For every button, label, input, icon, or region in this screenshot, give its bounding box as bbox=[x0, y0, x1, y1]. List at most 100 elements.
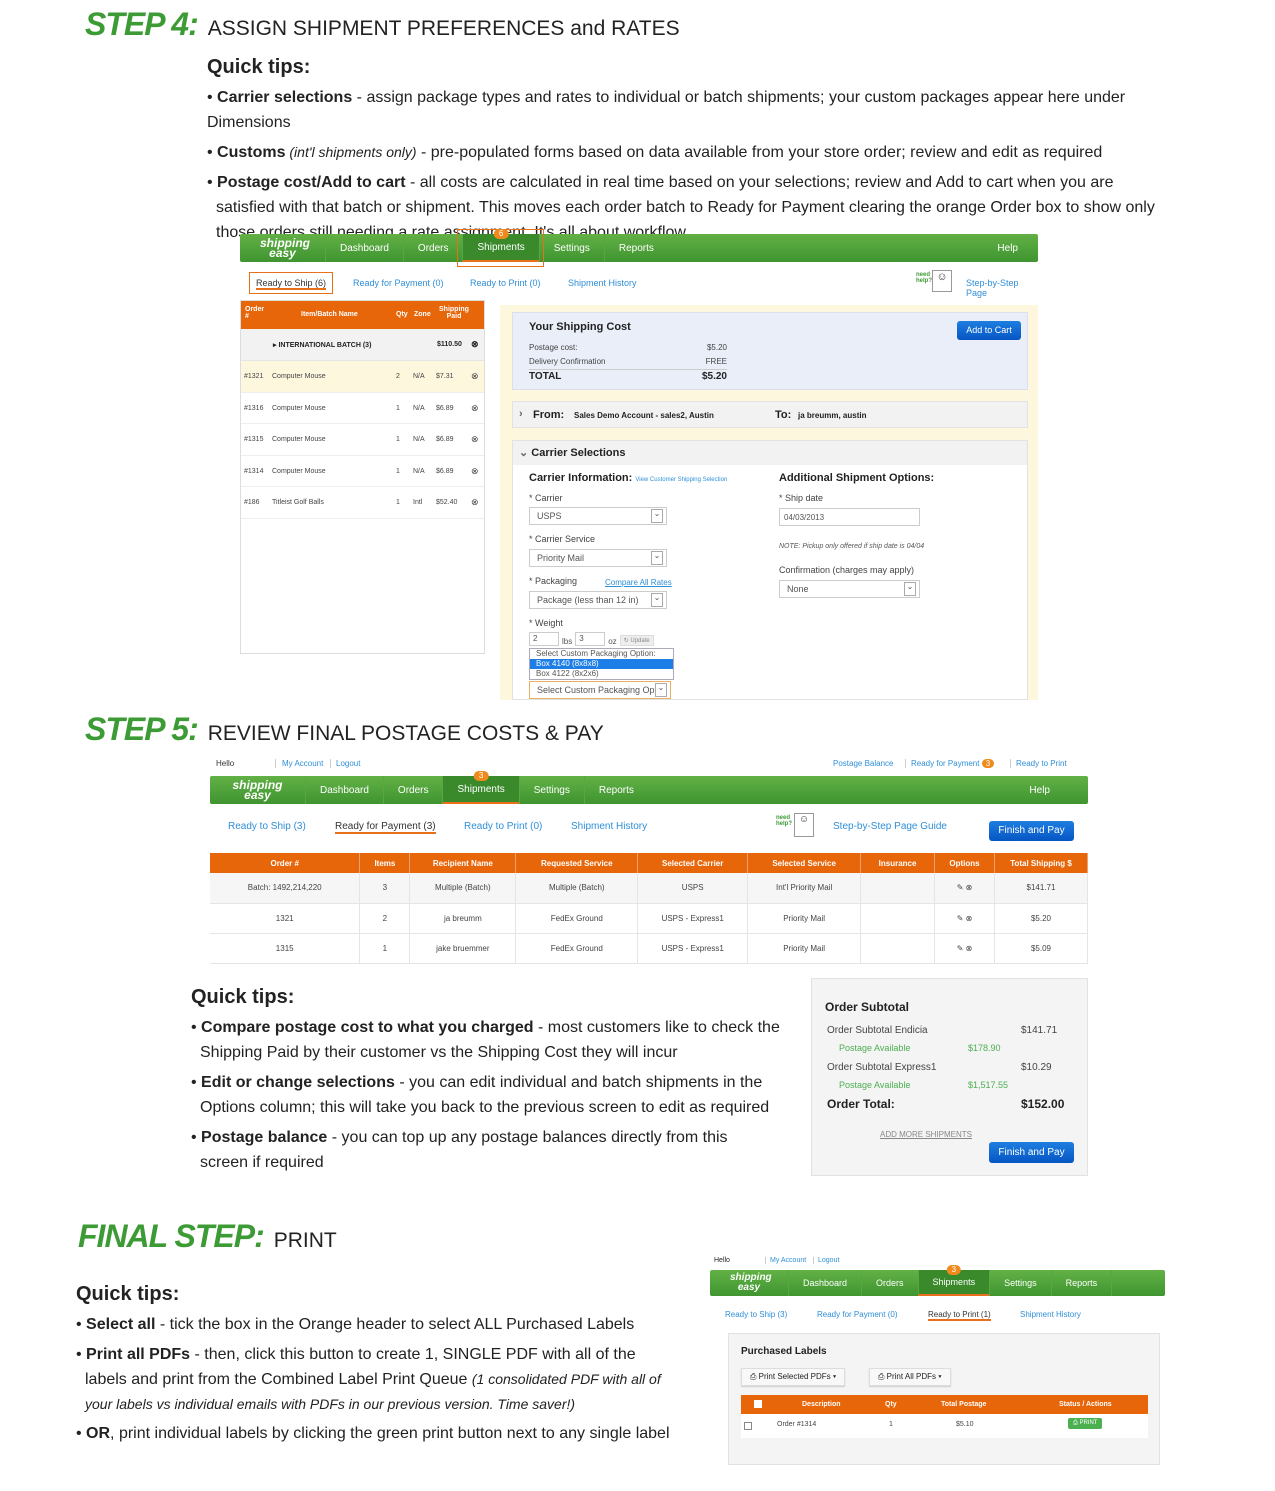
carrier-select[interactable]: USPS bbox=[529, 507, 667, 525]
dropdown-option[interactable]: Box 4122 (8x2x6) bbox=[530, 669, 673, 679]
dropdown-option[interactable]: Box 4140 (8x8x8) bbox=[530, 659, 673, 669]
nav-settings[interactable]: Settings bbox=[538, 234, 604, 262]
main-nav: shipping easy Dashboard Orders 6 Shipment… bbox=[240, 229, 1038, 267]
nav-reports[interactable]: Reports bbox=[603, 234, 668, 262]
print-button[interactable]: ⎙ PRINT bbox=[1068, 1418, 1103, 1429]
tab-ready-to-print[interactable]: Ready to Print (1) bbox=[928, 1310, 991, 1321]
shipment-detail-panel: Your Shipping Cost Add to Cart Postage c… bbox=[500, 305, 1038, 700]
column-header: Options bbox=[934, 853, 995, 873]
my-account-link[interactable]: My Account bbox=[275, 759, 323, 768]
cell: 1321 bbox=[210, 903, 361, 933]
finish-and-pay-button[interactable]: Finish and Pay bbox=[989, 821, 1074, 841]
nav-settings[interactable]: Settings bbox=[989, 1270, 1051, 1296]
custom-packaging-dropdown[interactable]: Select Custom Packaging Option: Box 4140… bbox=[529, 648, 674, 680]
tab-ready-for-payment[interactable]: Ready for Payment (0) bbox=[817, 1310, 897, 1319]
add-more-shipments-link[interactable]: ADD MORE SHIPMENTS bbox=[880, 1130, 972, 1139]
order-row[interactable]: #1315 Computer Mouse 1 N/A $6.89 ⊗ bbox=[241, 424, 484, 456]
lbs-input[interactable]: 2 bbox=[529, 632, 559, 646]
remove-icon[interactable]: ⊗ bbox=[471, 434, 479, 445]
cell: Intl bbox=[413, 499, 423, 506]
logo: shipping easy bbox=[260, 236, 310, 260]
view-customer-selection-link[interactable]: View Customer Shipping Selection bbox=[635, 477, 727, 483]
remove-icon[interactable]: ⊗ bbox=[966, 883, 973, 892]
main-nav: shipping easy Dashboard Orders 3 Shipments… bbox=[210, 771, 1088, 804]
tab-shipment-history[interactable]: Shipment History bbox=[1020, 1310, 1081, 1319]
add-to-cart-button[interactable]: Add to Cart bbox=[957, 321, 1021, 340]
nav-help[interactable]: Help bbox=[997, 243, 1038, 254]
tab-ready-to-print[interactable]: Ready to Print (0) bbox=[470, 278, 541, 288]
nav-orders[interactable]: Orders bbox=[382, 776, 443, 804]
nav-shipments[interactable]: 6 Shipments bbox=[457, 229, 544, 267]
ready-print-link[interactable]: Ready to Print bbox=[1010, 759, 1067, 768]
edit-icon[interactable]: ✎ bbox=[957, 914, 964, 923]
remove-icon[interactable]: ⊗ bbox=[471, 497, 479, 508]
edit-icon[interactable]: ✎ bbox=[957, 883, 964, 892]
printer-icon: ⎙ bbox=[750, 1372, 757, 1381]
ship-date-input[interactable]: 04/03/2013 bbox=[779, 508, 920, 526]
order-row[interactable]: #1316 Computer Mouse 1 N/A $6.89 ⊗ bbox=[241, 393, 484, 424]
final-tips: • Select all - tick the box in the Orang… bbox=[76, 1316, 670, 1442]
remove-icon[interactable]: ⊗ bbox=[471, 371, 479, 382]
nav-reports[interactable]: Reports bbox=[583, 776, 648, 804]
nav-orders[interactable]: Orders bbox=[861, 1270, 918, 1296]
order-row[interactable]: #1321 Computer Mouse 2 N/A $7.31 ⊗ bbox=[241, 361, 484, 393]
nav-dashboard[interactable]: Dashboard bbox=[325, 234, 403, 262]
remove-icon[interactable]: ⊗ bbox=[471, 466, 479, 477]
nav-reports[interactable]: Reports bbox=[1050, 1270, 1113, 1296]
nav-dashboard[interactable]: Dashboard bbox=[788, 1270, 861, 1296]
column-header: Selected Carrier bbox=[637, 853, 749, 873]
remove-icon[interactable]: ⊗ bbox=[966, 944, 973, 953]
edit-icon[interactable]: ✎ bbox=[957, 944, 964, 953]
tab-ready-to-ship[interactable]: Ready to Ship (6) bbox=[256, 278, 327, 290]
remove-icon[interactable]: ⊗ bbox=[471, 339, 479, 350]
confirmation-select[interactable]: None bbox=[779, 580, 920, 598]
logo: shipping easy bbox=[730, 1272, 772, 1293]
compare-rates-link[interactable]: Compare All Rates bbox=[605, 578, 672, 587]
tab-ready-to-ship[interactable]: Ready to Ship (3) bbox=[228, 821, 306, 832]
smiley-icon: ☺ bbox=[932, 270, 952, 292]
cell: $52.40 bbox=[436, 499, 458, 506]
nav-orders[interactable]: Orders bbox=[402, 234, 463, 262]
cell: $6.89 bbox=[436, 467, 454, 475]
from-to-row[interactable]: › From: Sales Demo Account - sales2, Aus… bbox=[512, 401, 1028, 428]
select-all-checkbox[interactable] bbox=[754, 1400, 762, 1408]
batch-row[interactable]: ▸ INTERNATIONAL BATCH (3) $110.50 ⊗ bbox=[241, 329, 484, 361]
column-header: Order # bbox=[210, 853, 361, 873]
update-button[interactable]: ↻ Update bbox=[619, 635, 654, 646]
dropdown-option[interactable]: Select Custom Packaging Option: bbox=[530, 649, 673, 659]
print-selected-button[interactable]: ⎙ Print Selected PDFs ▾ bbox=[741, 1368, 846, 1386]
print-all-button[interactable]: ⎙ Print All PDFs ▾ bbox=[869, 1368, 951, 1386]
ready-payment-link[interactable]: Ready for Payment 3 bbox=[905, 759, 995, 768]
tab-ready-for-payment[interactable]: Ready for Payment (3) bbox=[335, 821, 436, 834]
logout-link[interactable]: Logout bbox=[813, 1257, 839, 1264]
custom-packaging-select[interactable]: Select Custom Packaging Op bbox=[529, 681, 671, 699]
nav-shipments[interactable]: 3 Shipments bbox=[442, 771, 519, 804]
oz-input[interactable]: 3 bbox=[575, 632, 606, 646]
order-row[interactable]: #186 Titleist Golf Balls 1 Intl $52.40 ⊗ bbox=[241, 487, 484, 519]
final-step-heading: FINAL STEP: PRINT bbox=[78, 1218, 337, 1254]
packaging-select[interactable]: Package (less than 12 in) bbox=[529, 591, 667, 609]
step5-heading: STEP 5: REVIEW FINAL POSTAGE COSTS & PAY bbox=[85, 711, 604, 747]
my-account-link[interactable]: My Account bbox=[765, 1257, 806, 1264]
nav-help[interactable]: Help bbox=[1029, 785, 1088, 796]
row-checkbox[interactable] bbox=[744, 1422, 752, 1430]
service-select[interactable]: Priority Mail bbox=[529, 549, 667, 567]
nav-shipments[interactable]: 3 Shipments bbox=[917, 1265, 990, 1296]
tab-shipment-history[interactable]: Shipment History bbox=[571, 821, 647, 832]
logout-link[interactable]: Logout bbox=[330, 759, 360, 768]
nav-settings[interactable]: Settings bbox=[518, 776, 584, 804]
tab-ready-for-payment[interactable]: Ready for Payment (0) bbox=[353, 278, 444, 288]
step-by-step-link[interactable]: Step-by-Step Page bbox=[966, 278, 1038, 298]
tab-shipment-history[interactable]: Shipment History bbox=[568, 278, 637, 288]
finish-and-pay-button[interactable]: Finish and Pay bbox=[989, 1142, 1074, 1163]
tab-ready-to-ship[interactable]: Ready to Ship (3) bbox=[725, 1310, 787, 1319]
carrier-selections-header[interactable]: ⌄ Carrier Selections bbox=[513, 441, 1027, 465]
remove-icon[interactable]: ⊗ bbox=[471, 403, 479, 414]
step-by-step-link[interactable]: Step-by-Step Page Guide bbox=[833, 821, 947, 832]
nav-dashboard[interactable]: Dashboard bbox=[305, 776, 383, 804]
tab-ready-to-print[interactable]: Ready to Print (0) bbox=[464, 821, 542, 832]
shipments-badge: 3 bbox=[473, 771, 489, 781]
remove-icon[interactable]: ⊗ bbox=[966, 914, 973, 923]
postage-balance-link[interactable]: Postage Balance bbox=[833, 759, 894, 768]
order-row[interactable]: #1314 Computer Mouse 1 N/A $6.89 ⊗ bbox=[241, 456, 484, 487]
